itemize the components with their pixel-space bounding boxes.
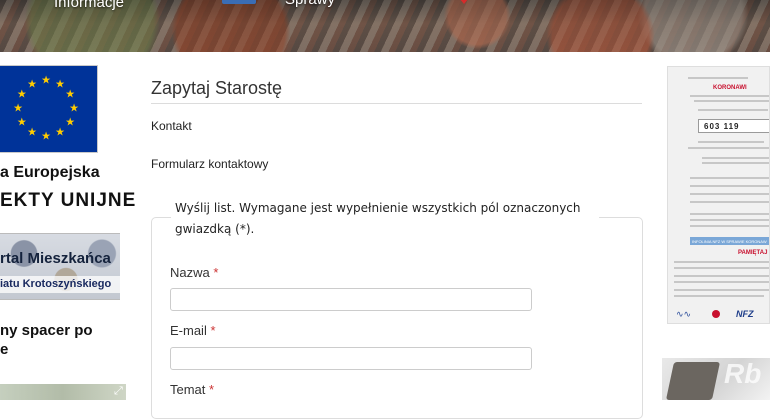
email-label-text: E-mail [170, 323, 207, 338]
required-mark: * [213, 265, 219, 280]
eu-star-icon: ★ [27, 78, 37, 91]
poster-text-line [690, 193, 769, 195]
right-promo-text: Rb [724, 358, 762, 389]
poster-text-line [690, 219, 769, 221]
contact-form-fieldset [151, 217, 643, 419]
email-field-label: E-mail * [170, 323, 216, 338]
eu-star-icon: ★ [65, 88, 76, 101]
poster-text-line [688, 77, 748, 79]
eu-title[interactable]: a Europejska [0, 164, 100, 182]
poster-phone-number: 603 119 [704, 122, 740, 131]
poster-text-line [690, 213, 769, 215]
poster-text-line [674, 275, 769, 277]
form-legend: Wyślij list. Wymagane jest wypełnienie w… [171, 198, 599, 240]
eu-flag-image[interactable]: ★ ★ ★ ★ ★ ★ ★ ★ ★ ★ ★ ★ [0, 66, 97, 152]
virtual-walk-title[interactable]: ny spacer po [0, 322, 93, 339]
required-mark: * [210, 323, 216, 338]
eu-star-icon: ★ [41, 130, 51, 143]
eu-star-icon: ★ [55, 78, 65, 91]
page-title: Zapytaj Starostę [151, 78, 283, 98]
virtual-walk-title-line2[interactable]: e [0, 341, 8, 358]
poster-text-line [674, 267, 769, 269]
subject-label-text: Temat [170, 382, 206, 397]
header-nav-icon[interactable] [222, 0, 256, 4]
nav-informacje-link[interactable]: Informacje [54, 0, 124, 11]
name-field-label: Nazwa * [170, 265, 218, 280]
name-label-text: Nazwa [170, 265, 210, 280]
portal-mieszkanca-subtitle[interactable]: iatu Krotoszyńskiego [0, 276, 120, 293]
virtual-walk-thumbnail[interactable] [0, 384, 126, 400]
poster-infoline-text: INFOLINIA NFZ W SPRAWIE KORONAW [692, 239, 767, 244]
poster-text-line [698, 141, 764, 143]
right-promo-image [665, 362, 721, 400]
poster-text-line [674, 261, 769, 263]
poster-emblem-icon [712, 310, 720, 318]
poster-text-line [702, 157, 769, 159]
poster-text-line [674, 295, 764, 297]
poster-text-line [690, 225, 769, 227]
eu-star-icon: ★ [65, 116, 76, 129]
eu-projects-title[interactable]: EKTY UNIJNE [0, 190, 136, 212]
poster-text-line [674, 281, 769, 283]
contact-form-heading: Formularz kontaktowy [151, 157, 269, 171]
coronavirus-poster[interactable]: KORONAWI 603 119 INFOLINIA NFZ W SPRAWIE… [667, 66, 770, 324]
required-mark: * [209, 382, 215, 397]
eu-star-icon: ★ [16, 116, 27, 129]
expand-icon[interactable]: ⤢ [114, 386, 124, 397]
poster-text-line [674, 289, 769, 291]
eu-star-icon: ★ [41, 74, 51, 87]
poster-text-line [702, 162, 769, 164]
poster-title: KORONAWI [713, 85, 747, 91]
eu-star-icon: ★ [69, 102, 79, 115]
poster-text-line [690, 201, 769, 203]
eu-star-icon: ★ [13, 102, 23, 115]
eu-star-icon: ★ [27, 126, 37, 139]
poster-text-line [690, 185, 769, 187]
eu-star-icon: ★ [55, 126, 65, 139]
title-divider [151, 103, 642, 104]
poster-text-line [690, 177, 769, 179]
poster-infoline-bar: INFOLINIA NFZ W SPRAWIE KORONAW [690, 237, 769, 245]
poster-nfz-logo: NFZ [736, 309, 754, 319]
portal-mieszkanca-title[interactable]: rtal Mieszkańca [0, 250, 111, 267]
eu-star-icon: ★ [16, 88, 27, 101]
poster-text-line [698, 109, 768, 111]
breadcrumb-kontakt[interactable]: Kontakt [151, 119, 192, 133]
subject-field-label: Temat * [170, 382, 214, 397]
name-input[interactable] [170, 288, 532, 311]
warning-icon[interactable] [454, 0, 474, 4]
poster-text-line [688, 147, 769, 149]
email-input[interactable] [170, 347, 532, 370]
poster-ministry-logo: ∿∿ [676, 309, 692, 319]
poster-text-line [690, 95, 769, 97]
poster-remember-heading: PAMIĘTAJ [738, 250, 768, 256]
nav-sprawy-link[interactable]: Sprawy [285, 0, 335, 8]
poster-text-line [694, 100, 769, 102]
